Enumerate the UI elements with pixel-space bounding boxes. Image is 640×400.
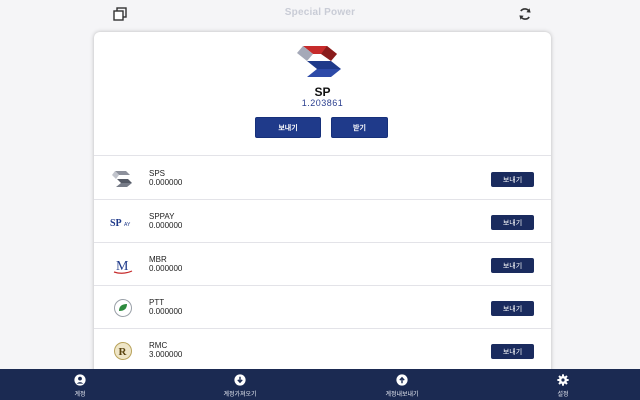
top-bar: Special Power [0, 0, 640, 28]
send-button-sppay[interactable]: 보내기 [491, 215, 534, 230]
send-button-sps[interactable]: 보내기 [491, 172, 534, 187]
refresh-icon [519, 8, 531, 20]
user-icon [74, 374, 86, 386]
send-button-rmc[interactable]: 보내기 [491, 344, 534, 359]
nav-settings[interactable]: 설정 [503, 369, 623, 400]
token-name: PTT [149, 298, 165, 307]
token-balance: 0.000000 [149, 307, 183, 316]
token-name: RMC [149, 341, 168, 350]
main-token-section: SP 1.203861 보내기 받기 [94, 32, 551, 156]
ptt-logo-icon [114, 299, 132, 317]
main-receive-button[interactable]: 받기 [331, 117, 388, 138]
token-balance: 0.000000 [149, 264, 183, 273]
token-row-mbr: M MBR 0.000000 보내기 [94, 243, 551, 286]
nav-label: 계정가져오기 [223, 392, 257, 398]
token-row-sppay: SP AY SPPAY 0.000000 보내기 [94, 200, 551, 243]
nav-label: 설정 [557, 392, 569, 398]
gear-icon [557, 374, 569, 386]
sp-logo-icon [297, 46, 341, 77]
token-name: SPS [149, 169, 166, 178]
nav-import-account[interactable]: 계정가져오기 [180, 369, 300, 400]
token-balance: 0.000000 [149, 178, 183, 187]
svg-text:M: M [116, 259, 129, 274]
send-button-ptt[interactable]: 보내기 [491, 301, 534, 316]
send-button-mbr[interactable]: 보내기 [491, 258, 534, 273]
token-row-ptt: PTT 0.000000 보내기 [94, 286, 551, 329]
nav-export-account[interactable]: 계정내보내기 [342, 369, 462, 400]
sps-logo-icon [112, 171, 132, 187]
token-row-rmc: R RMC 3.000000 보내기 [94, 329, 551, 372]
main-token-name: SP [314, 85, 331, 99]
svg-text:SP: SP [110, 218, 122, 228]
token-name: MBR [149, 255, 167, 264]
rmc-logo-icon: R [114, 342, 132, 360]
main-token-balance: 1.203861 [301, 98, 344, 108]
download-icon [234, 374, 246, 386]
token-name: SPPAY [149, 212, 175, 221]
app-title: Special Power [284, 7, 356, 18]
nav-label: 계정 [74, 392, 86, 398]
svg-text:R: R [119, 346, 128, 358]
nav-account[interactable]: 계정 [20, 369, 140, 400]
sppay-logo-icon: SP AY [110, 218, 131, 228]
token-balance: 0.000000 [149, 221, 183, 230]
upload-icon [396, 374, 408, 386]
refresh-button[interactable] [516, 5, 534, 23]
mbr-logo-icon: M [113, 259, 133, 274]
svg-text:AY: AY [124, 222, 131, 228]
main-send-button[interactable]: 보내기 [255, 117, 321, 138]
bottom-nav: 계정 계정가져오기 계정내보내기 설정 [0, 369, 640, 400]
nav-label: 계정내보내기 [385, 392, 419, 398]
token-balance: 3.000000 [149, 350, 183, 359]
wallet-card: SP 1.203861 보내기 받기 SPS 0.000000 보내기 SP A… [94, 32, 551, 377]
token-row-sps: SPS 0.000000 보내기 [94, 157, 551, 200]
